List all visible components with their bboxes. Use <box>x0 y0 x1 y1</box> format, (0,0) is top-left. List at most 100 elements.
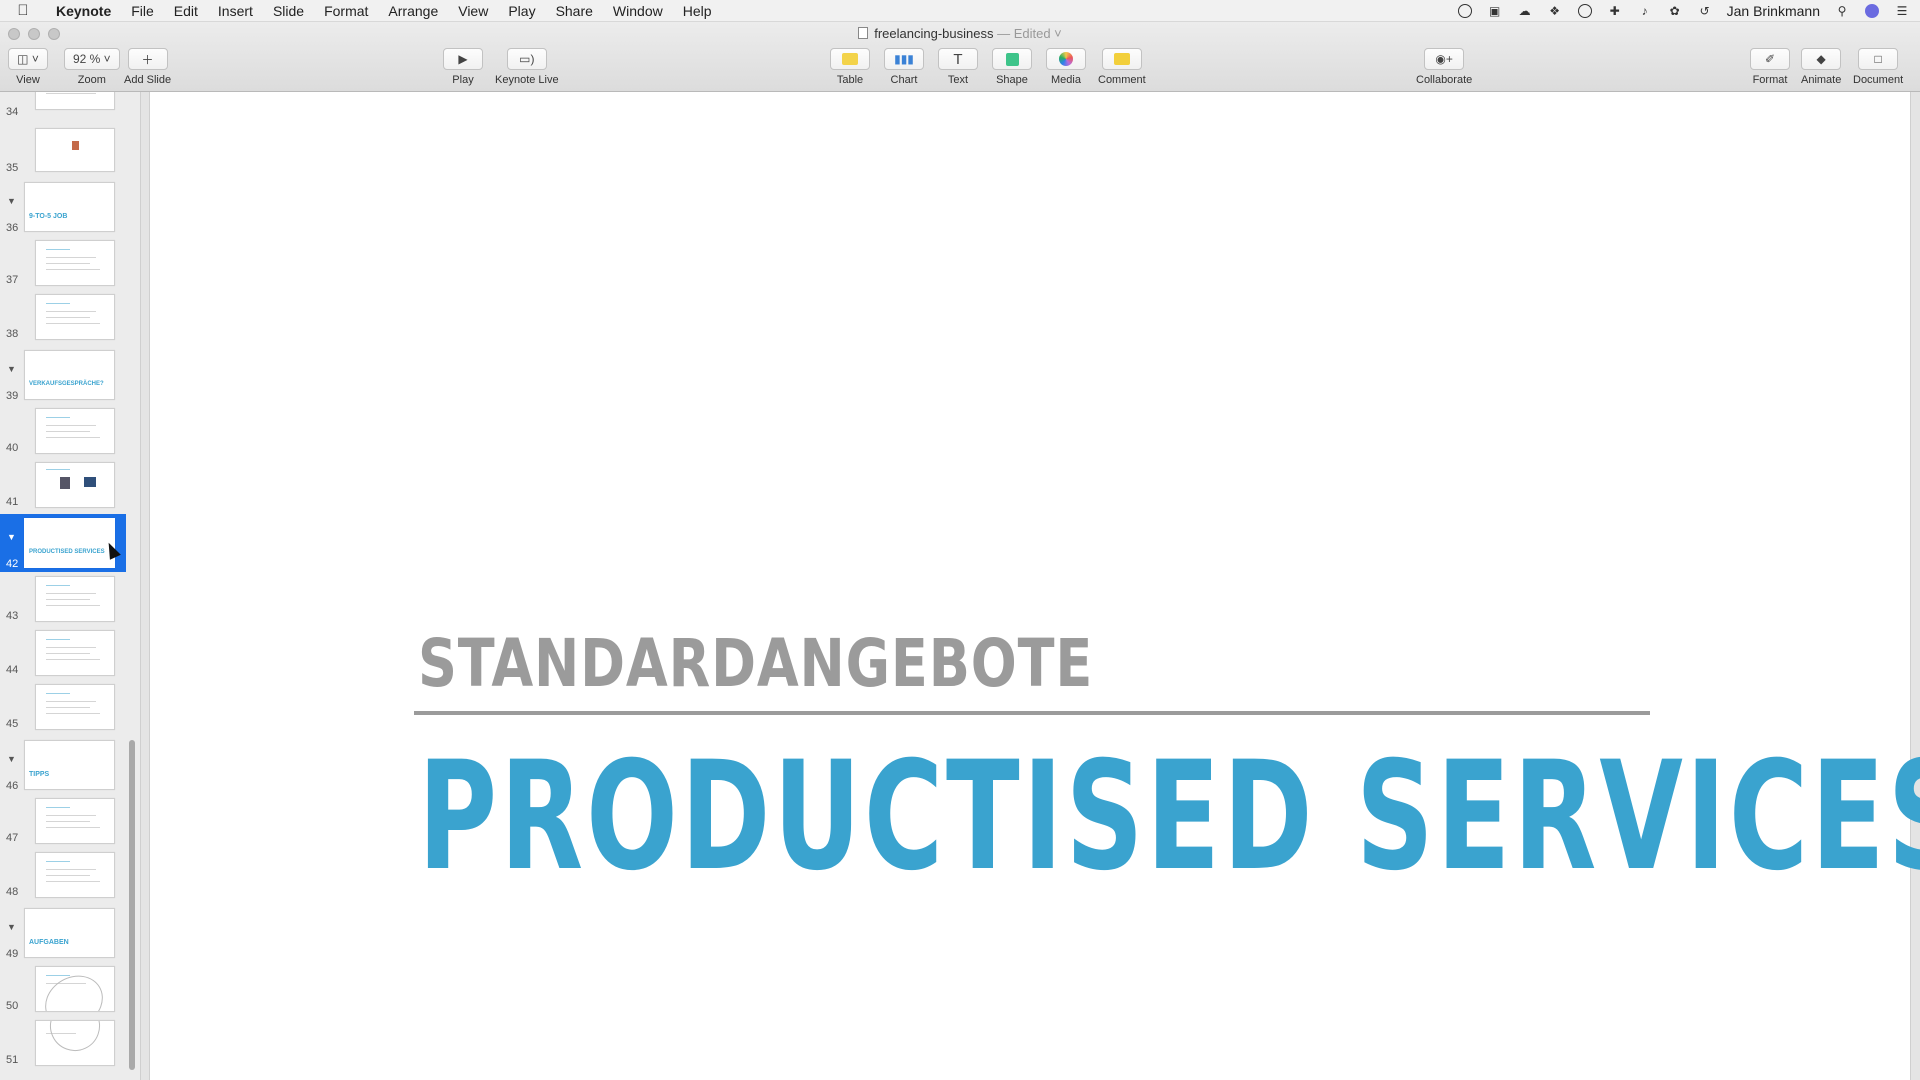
slide-item-49[interactable]: ▼ AUFGABEN 49 <box>0 904 126 962</box>
disclosure-triangle-icon[interactable]: ▼ <box>7 196 16 206</box>
camera-icon[interactable]: ▣ <box>1487 3 1503 19</box>
view-button[interactable]: ◫ ˅ <box>8 48 48 70</box>
menu-play[interactable]: Play <box>498 0 545 22</box>
slide-thumbnail[interactable] <box>35 408 115 454</box>
menu-insert[interactable]: Insert <box>208 0 263 22</box>
slide-item-46[interactable]: ▼ TIPPS 46 <box>0 736 126 794</box>
media-button[interactable] <box>1046 48 1086 70</box>
play-tool[interactable]: ▶ Play <box>443 48 483 86</box>
slide-thumbnail[interactable] <box>35 576 115 622</box>
slide-item-51[interactable]: 51 <box>0 1018 126 1070</box>
collaborate-tool[interactable]: ◉+ Collaborate <box>1416 48 1472 86</box>
shape-tool[interactable]: Shape <box>992 48 1032 86</box>
password-manager-icon[interactable] <box>1577 3 1593 19</box>
slide-thumbnail[interactable]: 9-TO-5 JOB <box>24 182 115 232</box>
chart-tool[interactable]: ▮▮▮ Chart <box>884 48 924 86</box>
screen-record-icon[interactable] <box>1457 3 1473 19</box>
format-button[interactable]: ✐ <box>1750 48 1790 70</box>
siri-icon[interactable] <box>1864 3 1880 19</box>
time-machine-icon[interactable]: ↺ <box>1697 3 1713 19</box>
text-tool[interactable]: T Text <box>938 48 978 86</box>
menu-help[interactable]: Help <box>673 0 722 22</box>
slide-thumbnail[interactable] <box>35 630 115 676</box>
slide-thumbnail[interactable] <box>35 462 115 508</box>
slide-thumbnail[interactable] <box>35 852 115 898</box>
collaborate-button[interactable]: ◉+ <box>1424 48 1465 70</box>
comment-tool[interactable]: Comment <box>1098 48 1146 86</box>
menu-slide[interactable]: Slide <box>263 0 314 22</box>
apple-menu-icon[interactable]:  <box>0 2 46 19</box>
slide-item-40[interactable]: 40 <box>0 406 126 458</box>
notification-center-icon[interactable]: ☰ <box>1894 3 1910 19</box>
menu-app[interactable]: Keynote <box>46 0 121 22</box>
table-tool[interactable]: Table <box>830 48 870 86</box>
plus-cross-icon[interactable]: ✚ <box>1607 3 1623 19</box>
slide-thumbnail[interactable]: PRODUCTISED SERVICES <box>24 518 115 568</box>
slide-thumbnail[interactable] <box>35 1020 115 1066</box>
document-button[interactable]: □ <box>1858 48 1899 70</box>
slide-item-43[interactable]: 43 <box>0 574 126 626</box>
menu-share[interactable]: Share <box>546 0 603 22</box>
slide-item-34[interactable]: 34 <box>0 92 126 120</box>
slide-item-35[interactable]: 35 <box>0 124 126 176</box>
navigator-scrollbar[interactable] <box>129 740 135 1070</box>
slide-item-45[interactable]: 45 <box>0 682 126 734</box>
menu-view[interactable]: View <box>448 0 498 22</box>
slide-thumbnail[interactable]: TIPPS <box>24 740 115 790</box>
add-slide-button[interactable]: ＋ <box>127 48 168 70</box>
text-button[interactable]: T <box>938 48 978 70</box>
document-tool[interactable]: □ Document <box>1853 48 1903 86</box>
slide-thumbnail[interactable] <box>35 966 115 1012</box>
slide-item-48[interactable]: 48 <box>0 850 126 902</box>
menu-format[interactable]: Format <box>314 0 378 22</box>
slide-item-47[interactable]: 47 <box>0 796 126 848</box>
slide-item-37[interactable]: 37 <box>0 238 126 290</box>
creative-cloud-icon[interactable]: ☁ <box>1517 3 1533 19</box>
slide-subtitle[interactable]: STANDARDANGEBOTE <box>418 625 1093 702</box>
animate-tool[interactable]: ◆ Animate <box>1801 48 1841 86</box>
comment-button[interactable] <box>1101 48 1142 70</box>
shape-button[interactable] <box>992 48 1032 70</box>
spotlight-search-icon[interactable]: ⚲ <box>1834 3 1850 19</box>
dropbox-icon[interactable]: ❖ <box>1547 3 1563 19</box>
slide-thumbnail[interactable] <box>35 92 115 110</box>
table-button[interactable] <box>830 48 870 70</box>
slide-title[interactable]: PRODUCTISED SERVICES <box>418 730 1920 904</box>
media-tool[interactable]: Media <box>1046 48 1086 86</box>
slide-item-39[interactable]: ▼ VERKAUFSGESPRÄCHE? 39 <box>0 346 126 404</box>
slide-item-36[interactable]: ▼ 9-TO-5 JOB 36 <box>0 178 126 236</box>
slide-thumbnail[interactable]: AUFGABEN <box>24 908 115 958</box>
disclosure-triangle-icon[interactable]: ▼ <box>7 532 16 542</box>
user-name[interactable]: Jan Brinkmann <box>1727 3 1820 19</box>
slide-item-50[interactable]: 50 <box>0 964 126 1016</box>
animate-button[interactable]: ◆ <box>1801 48 1842 70</box>
menu-window[interactable]: Window <box>603 0 673 22</box>
document-title[interactable]: freelancing-business — Edited ˅ <box>0 26 1920 41</box>
add-slide-tool[interactable]: ＋ Add Slide <box>124 48 171 86</box>
keynote-live-tool[interactable]: ▭) Keynote Live <box>495 48 559 86</box>
zoom-select[interactable]: 92 % ˅ <box>64 48 120 70</box>
slide-item-41[interactable]: 41 <box>0 460 126 512</box>
slide-divider-line[interactable] <box>414 711 1650 715</box>
slide-canvas[interactable] <box>150 92 1910 1080</box>
slide-thumbnail[interactable] <box>35 294 115 340</box>
format-tool[interactable]: ✐ Format <box>1750 48 1790 86</box>
leaf-icon[interactable]: ✿ <box>1667 3 1683 19</box>
zoom-tool[interactable]: 92 % ˅ Zoom <box>64 48 120 86</box>
menu-arrange[interactable]: Arrange <box>378 0 448 22</box>
menu-edit[interactable]: Edit <box>164 0 208 22</box>
slide-thumbnail[interactable] <box>35 798 115 844</box>
slide-thumbnail[interactable] <box>35 684 115 730</box>
bell-icon[interactable]: ♪ <box>1637 3 1653 19</box>
keynote-live-button[interactable]: ▭) <box>506 48 547 70</box>
slide-thumbnail[interactable] <box>35 240 115 286</box>
play-button[interactable]: ▶ <box>443 48 483 70</box>
navigator-splitter[interactable] <box>140 92 150 1080</box>
slide-item-38[interactable]: 38 <box>0 292 126 344</box>
slide-thumbnail[interactable]: VERKAUFSGESPRÄCHE? <box>24 350 115 400</box>
disclosure-triangle-icon[interactable]: ▼ <box>7 364 16 374</box>
slide-thumbnail[interactable] <box>35 128 115 172</box>
disclosure-triangle-icon[interactable]: ▼ <box>7 754 16 764</box>
view-tool[interactable]: ◫ ˅ View <box>8 48 48 86</box>
chart-button[interactable]: ▮▮▮ <box>884 48 924 70</box>
